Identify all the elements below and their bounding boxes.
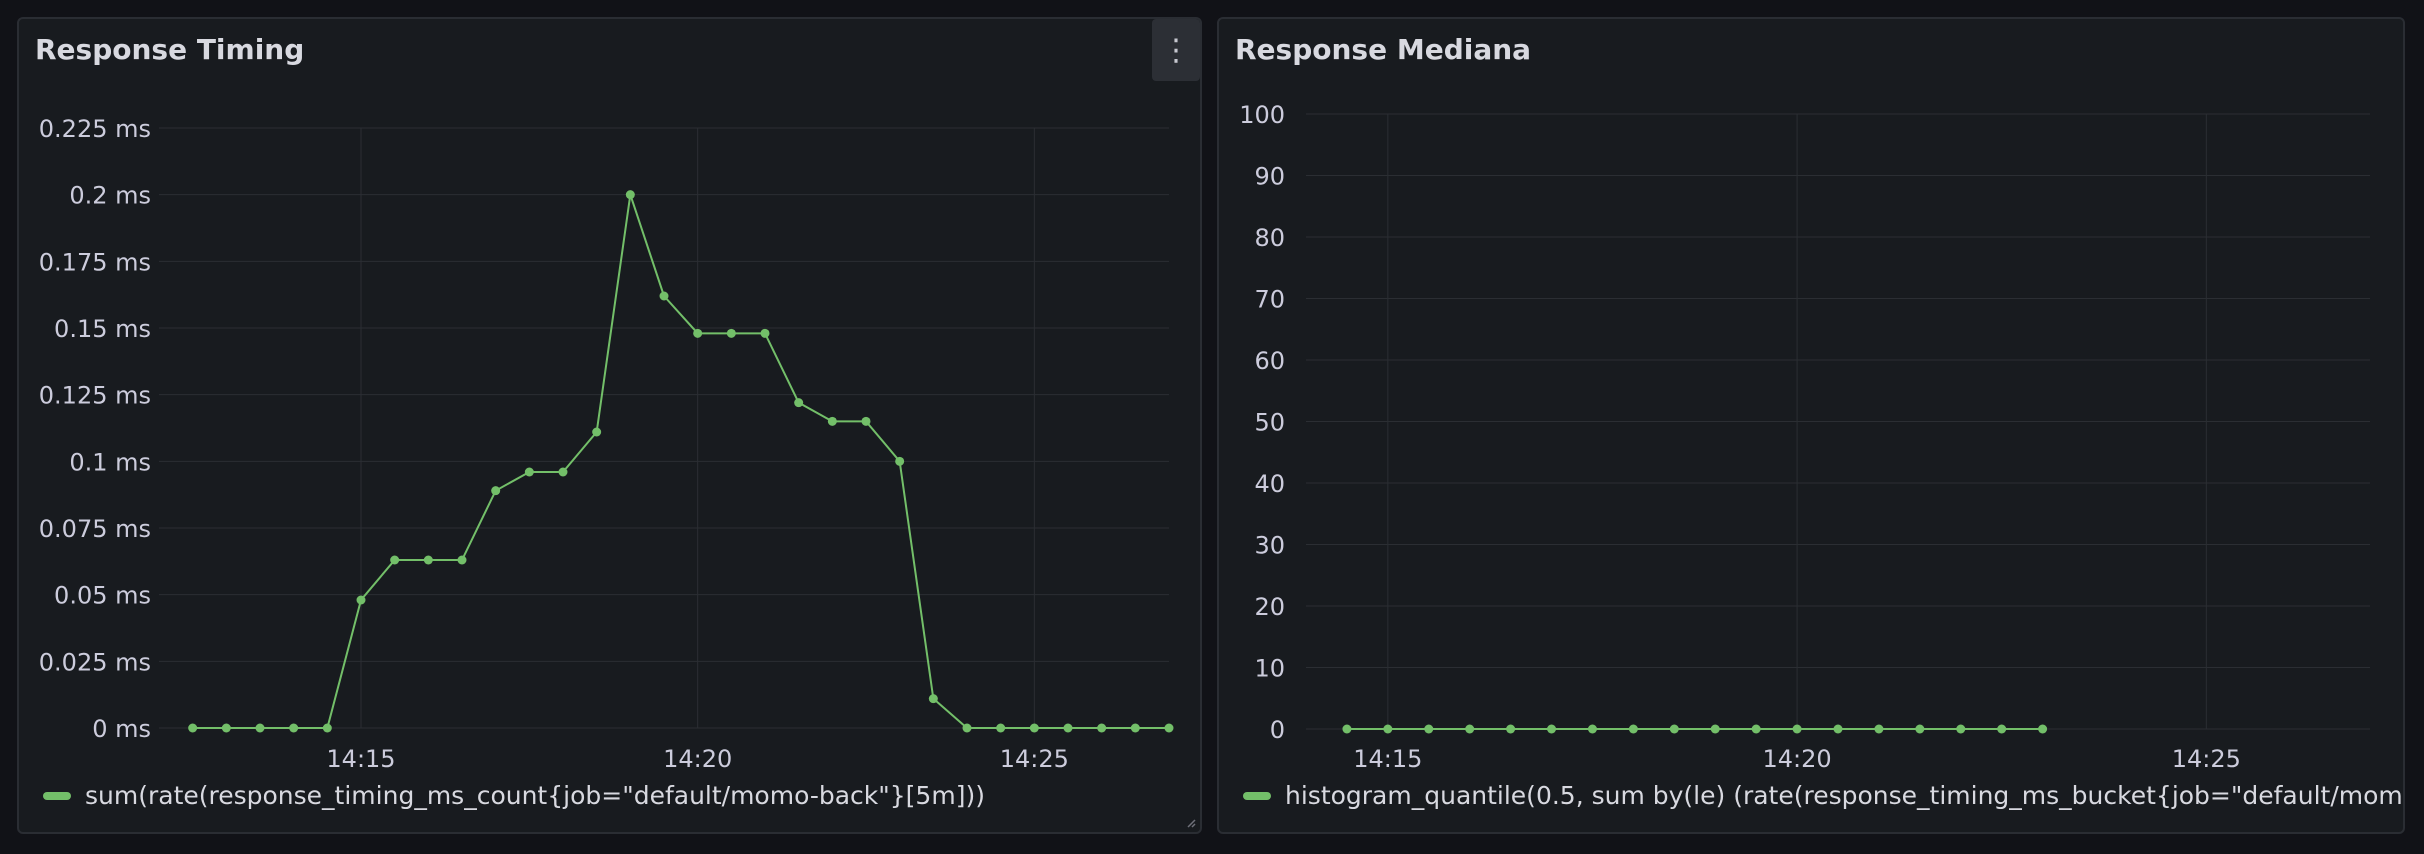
data-point [491, 486, 501, 496]
data-point [1587, 724, 1597, 734]
response-timing-panel: Response Timing ⋮ 0 ms 0.025 ms 0.05 ms 0.0… [17, 17, 1202, 834]
y-tick-label: 0.075 ms [39, 515, 151, 543]
data-point [928, 694, 938, 704]
y-tick-label: 20 [1254, 593, 1285, 621]
y-tick-label: 0 ms [92, 715, 151, 743]
data-point [2038, 724, 2048, 734]
data-point [1956, 724, 1966, 734]
data-point [827, 416, 837, 426]
data-point [1130, 723, 1140, 733]
data-point [289, 723, 299, 733]
data-point [188, 723, 198, 733]
data-point [1628, 724, 1638, 734]
data-point [1915, 724, 1925, 734]
data-point [1342, 724, 1352, 734]
data-point [1997, 724, 2007, 734]
data-point [1506, 724, 1516, 734]
legend[interactable]: sum(rate(response_timing_ms_count{job="d… [43, 781, 985, 810]
data-point [1547, 724, 1557, 734]
y-tick-label: 30 [1254, 532, 1285, 560]
y-tick-label: 100 [1239, 101, 1285, 129]
data-point [1710, 724, 1720, 734]
y-tick-label: 0.025 ms [39, 648, 151, 676]
x-tick-label: 14:20 [1762, 745, 1831, 773]
y-tick-label: 0.2 ms [69, 182, 151, 210]
data-point [1874, 724, 1884, 734]
data-point [996, 723, 1006, 733]
legend-label[interactable]: sum(rate(response_timing_ms_count{job="d… [85, 781, 985, 810]
data-point [592, 427, 602, 437]
data-point [895, 456, 905, 466]
x-tick-label: 14:25 [1000, 745, 1069, 773]
response-mediana-chart: 0 10 20 30 40 50 60 70 80 90 100 14:15 14:20 14:25 [1239, 101, 2370, 773]
response-timing-chart: 0 ms 0.025 ms 0.05 ms 0.075 ms 0.1 ms 0.125 m… [39, 115, 1174, 773]
legend-color-swatch [43, 791, 71, 800]
y-tick-label: 0.15 ms [54, 315, 151, 343]
data-point [760, 328, 770, 338]
y-tick-label: 10 [1254, 655, 1285, 683]
data-point [1424, 724, 1434, 734]
data-point [1669, 724, 1679, 734]
data-point [625, 190, 635, 200]
x-tick-label: 14:15 [326, 745, 395, 773]
legend[interactable]: histogram_quantile(0.5, sum by(le) (rate… [1243, 781, 2403, 810]
y-tick-label: 0.1 ms [69, 448, 151, 476]
data-point [1164, 723, 1174, 733]
x-tick-label: 14:15 [1353, 745, 1422, 773]
y-tick-label: 50 [1254, 409, 1285, 437]
data-point [693, 328, 703, 338]
data-point [794, 398, 804, 408]
data-point [524, 467, 534, 477]
data-point [659, 291, 669, 301]
y-tick-label: 0.225 ms [39, 115, 151, 143]
data-point [390, 555, 400, 565]
y-tick-label: 90 [1254, 163, 1285, 191]
data-point [1751, 724, 1761, 734]
data-point [726, 328, 736, 338]
y-tick-label: 80 [1254, 224, 1285, 252]
x-tick-label: 14:20 [663, 745, 732, 773]
y-tick-label: 0 [1270, 716, 1285, 744]
response-mediana-panel: Response Mediana 0 10 20 30 40 50 60 70 80 90 100 1… [1217, 17, 2405, 834]
data-point [1792, 724, 1802, 734]
data-point [1029, 723, 1039, 733]
data-point [322, 723, 332, 733]
legend-label[interactable]: histogram_quantile(0.5, sum by(le) (rate… [1285, 781, 2403, 810]
data-point [962, 723, 972, 733]
data-point [1833, 724, 1843, 734]
data-point [1097, 723, 1107, 733]
y-tick-label: 0.05 ms [54, 582, 151, 610]
data-point [1063, 723, 1073, 733]
data-point [221, 723, 231, 733]
data-point [1465, 724, 1475, 734]
data-point [457, 555, 467, 565]
y-tick-label: 0.175 ms [39, 248, 151, 276]
data-point [861, 416, 871, 426]
data-point [1383, 724, 1393, 734]
resize-handle-icon[interactable] [1184, 816, 1196, 828]
data-point [356, 595, 366, 605]
data-point [423, 555, 433, 565]
data-point [255, 723, 265, 733]
y-tick-label: 60 [1254, 347, 1285, 375]
legend-color-swatch [1243, 791, 1271, 800]
y-tick-label: 70 [1254, 286, 1285, 314]
data-point [558, 467, 568, 477]
y-tick-label: 0.125 ms [39, 382, 151, 410]
x-tick-label: 14:25 [2172, 745, 2241, 773]
y-tick-label: 40 [1254, 470, 1285, 498]
